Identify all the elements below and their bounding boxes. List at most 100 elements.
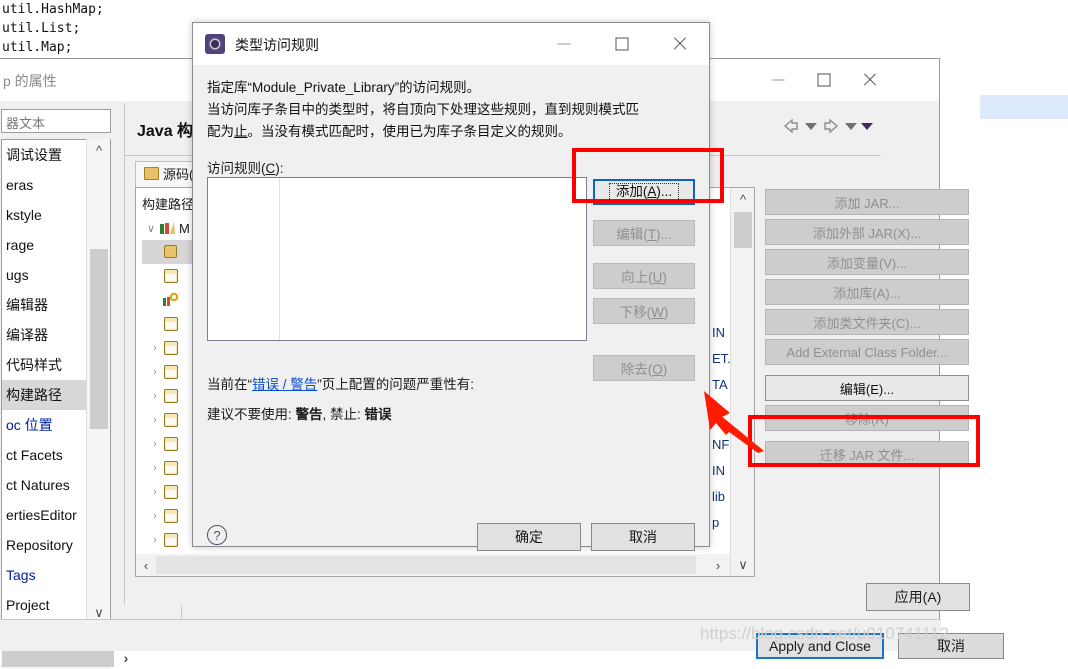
scrollbar-thumb[interactable] <box>734 212 752 248</box>
severity-detail-c: , 禁止: <box>322 407 365 422</box>
build-path-label: 构建路径 <box>142 197 195 212</box>
side-button-4[interactable]: 添加类文件夹(C)... <box>765 309 969 335</box>
desc-line-3a: 配为 <box>207 124 234 139</box>
scroll-down-icon[interactable]: ∨ <box>731 554 754 576</box>
severity-prefix: 当前在“ <box>207 377 252 392</box>
watermark: https://blog.csdn.net/u010741112 <box>700 624 949 643</box>
side-button-8[interactable]: 迁移 JAR 文件... <box>765 441 969 467</box>
severity-info-line: 当前在“错误 / 警告”页上配置的问题严重性有: <box>207 373 474 393</box>
fragment: ET. <box>712 351 731 366</box>
scroll-right-icon[interactable]: › <box>708 554 728 576</box>
jar-icon <box>162 460 180 476</box>
jar-icon <box>162 340 180 356</box>
filter-text-input[interactable]: 器文本 <box>1 109 111 133</box>
help-glyph: ? <box>213 527 221 543</box>
dialog-title-bar: 类型访问规则 <box>193 23 709 65</box>
close-icon <box>672 36 688 52</box>
twisty-icon[interactable]: › <box>148 438 162 450</box>
scrollbar-thumb[interactable] <box>90 249 108 429</box>
fragment: TA <box>712 377 728 392</box>
btn-label-a: 添加( <box>615 184 648 199</box>
dialog-button-0[interactable]: 添加(A)... <box>593 179 695 205</box>
code-line: util.HashMap; <box>2 2 104 17</box>
side-button-7[interactable]: 移除(R) <box>765 405 969 431</box>
errors-warnings-link[interactable]: 错误 / 警告 <box>252 377 317 392</box>
tree-row[interactable] <box>142 240 196 264</box>
twisty-icon[interactable]: › <box>148 462 162 474</box>
maximize-button[interactable] <box>801 59 847 101</box>
library-icon <box>158 220 176 236</box>
scroll-up-icon[interactable]: ^ <box>87 139 111 161</box>
btn-label-a: 下移( <box>619 305 652 320</box>
dialog-minimize-button[interactable] <box>535 23 593 65</box>
access-rules-list[interactable] <box>207 177 587 341</box>
twisty-icon[interactable]: › <box>148 414 162 426</box>
dialog-button-3[interactable]: 下移(W) <box>593 298 695 324</box>
hscrollbar-thumb[interactable] <box>2 649 114 667</box>
twisty-icon[interactable]: › <box>148 486 162 498</box>
build-path-action-buttons[interactable]: 添加 JAR... 添加外部 JAR(X)... 添加变量(V)... 添加库(A).… <box>765 189 969 471</box>
forward-arrow-icon[interactable] <box>821 117 841 135</box>
help-icon[interactable]: ? <box>207 525 227 545</box>
ok-button-label: 确定 <box>515 529 543 545</box>
btn-label-a: 除去( <box>620 362 653 377</box>
hscrollbar-thumb[interactable] <box>156 556 696 574</box>
highlighted-row-strip <box>980 95 1068 119</box>
jar-icon <box>162 412 180 428</box>
ok-button[interactable]: 确定 <box>477 523 581 551</box>
dialog-button-1[interactable]: 编辑(T)... <box>593 220 695 246</box>
entry-text-fragments: IN ET. TA NF IN lib p <box>712 320 731 536</box>
maximize-icon <box>817 73 831 87</box>
btn-mnemonic: T <box>647 227 656 242</box>
minimize-button[interactable] <box>755 59 801 101</box>
dialog-button-2[interactable]: 向上(U) <box>593 263 695 289</box>
code-editor-strip: util.HashMap; util.List; util.Map; <box>0 0 200 60</box>
scroll-left-icon[interactable]: ‹ <box>136 554 156 576</box>
settings-tree-vscrollbar[interactable]: ^ ∨ <box>86 139 110 624</box>
side-button-2[interactable]: 添加变量(V)... <box>765 249 969 275</box>
dialog-button-4[interactable]: 除去(O) <box>593 355 695 381</box>
twisty-icon[interactable]: › <box>148 534 162 546</box>
side-button-1[interactable]: 添加外部 JAR(X)... <box>765 219 969 245</box>
side-button-6[interactable]: 编辑(E)... <box>765 375 969 401</box>
close-button[interactable] <box>847 59 893 101</box>
jar-icon <box>162 388 180 404</box>
view-menu-icon[interactable] <box>861 122 873 130</box>
btn-label-b: ) <box>662 362 668 377</box>
twisty-icon[interactable]: › <box>148 342 162 354</box>
navigation-buttons[interactable] <box>781 117 873 135</box>
library-key-icon <box>162 292 180 308</box>
entries-hscrollbar[interactable]: ‹ › <box>136 554 730 576</box>
back-dropdown-icon[interactable] <box>805 122 817 130</box>
side-button-5[interactable]: Add External Class Folder... <box>765 339 969 365</box>
btn-label-b: )... <box>656 184 673 199</box>
twisty-icon[interactable]: › <box>148 390 162 402</box>
dialog-cancel-button[interactable]: 取消 <box>591 523 695 551</box>
filter-placeholder: 器文本 <box>6 116 46 131</box>
side-button-0[interactable]: 添加 JAR... <box>765 189 969 215</box>
twisty-icon[interactable]: ∨ <box>144 222 158 235</box>
twisty-icon[interactable]: › <box>148 510 162 522</box>
severity-detail-a: 建议不要使用: <box>207 407 296 422</box>
severity-suffix: ”页上配置的问题严重性有: <box>317 377 475 392</box>
forward-dropdown-icon[interactable] <box>845 122 857 130</box>
back-arrow-icon[interactable] <box>781 117 801 135</box>
dialog-maximize-button[interactable] <box>593 23 651 65</box>
btn-label-b: ) <box>663 305 669 320</box>
rules-label-mnemonic: C <box>265 161 276 176</box>
twisty-icon[interactable]: › <box>148 366 162 378</box>
apply-button[interactable]: 应用(A) <box>866 583 970 611</box>
scroll-up-icon[interactable]: ^ <box>731 188 754 210</box>
fragment: lib <box>712 489 726 504</box>
dialog-cancel-label: 取消 <box>629 529 657 545</box>
jar-icon <box>162 436 180 452</box>
btn-mnemonic: U <box>652 270 663 285</box>
lock-jar-icon <box>162 244 180 260</box>
apply-button-label: 应用(A) <box>894 589 942 605</box>
dialog-close-button[interactable] <box>651 23 709 65</box>
entries-vscrollbar[interactable]: ^ ∨ <box>730 188 754 576</box>
side-button-3[interactable]: 添加库(A)... <box>765 279 969 305</box>
fragment: IN <box>712 463 725 478</box>
access-rules-dialog: 类型访问规则 指定库“Module_Private_Library”的访问规则。… <box>192 22 710 551</box>
tree-row-label: M <box>179 220 190 236</box>
